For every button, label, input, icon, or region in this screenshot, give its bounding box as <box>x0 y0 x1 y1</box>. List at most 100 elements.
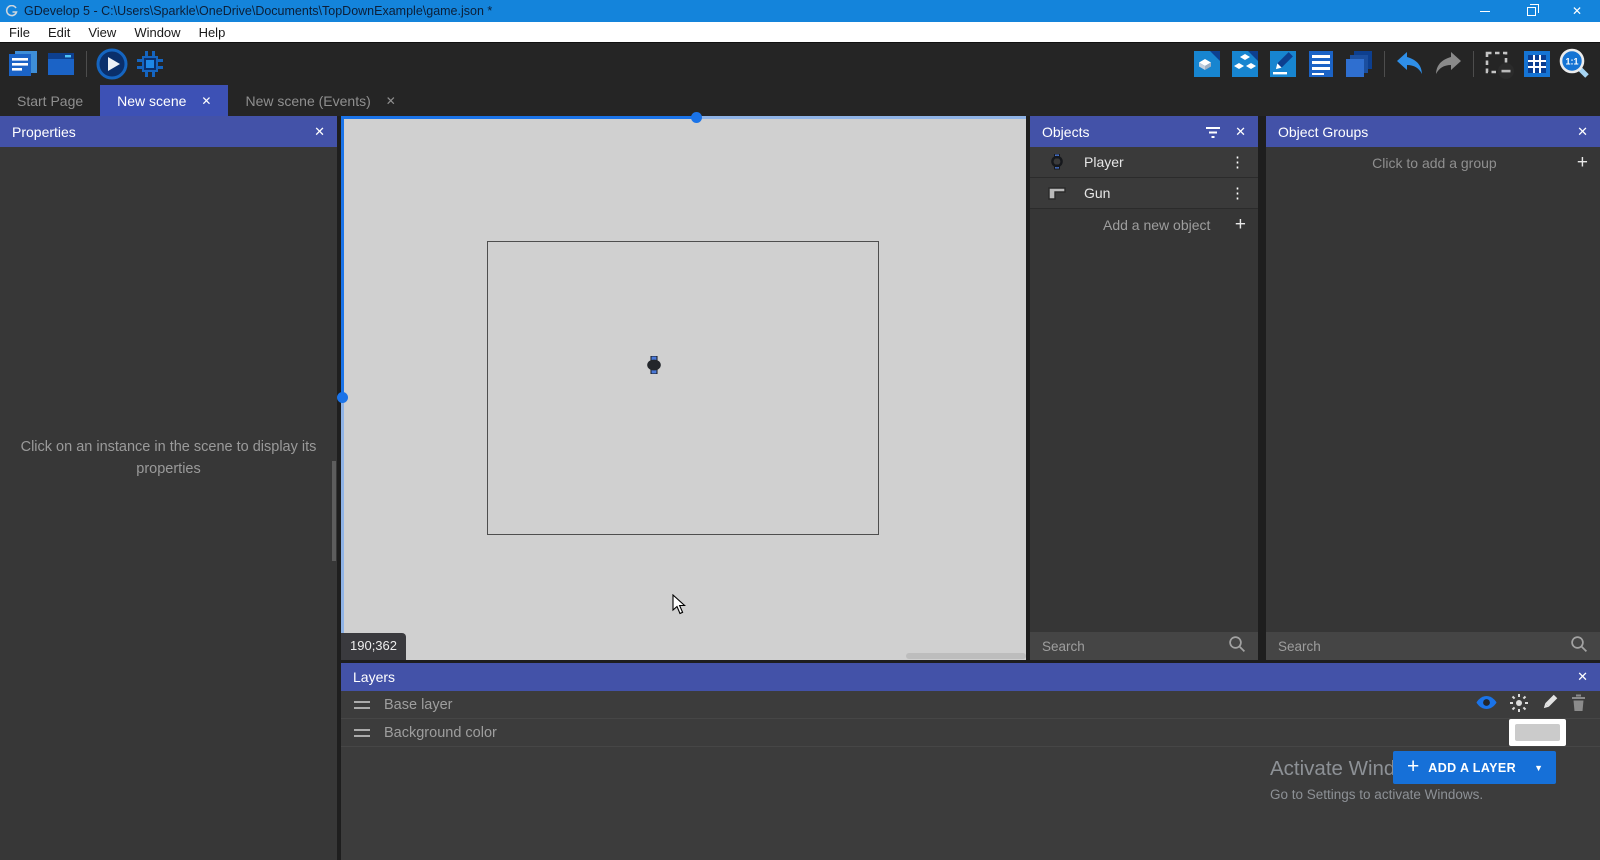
layer-effects-icon[interactable] <box>1509 693 1529 717</box>
search-icon <box>1570 635 1588 658</box>
tab-start-page[interactable]: Start Page <box>0 85 100 116</box>
add-layer-button[interactable]: + ADD A LAYER ▼ <box>1393 751 1556 784</box>
play-preview-button[interactable] <box>93 45 131 83</box>
undo-icon <box>1394 48 1426 80</box>
tab-new-scene-events[interactable]: New scene (Events) ✕ <box>228 85 412 116</box>
filter-icon[interactable] <box>1205 125 1221 139</box>
panel-split-line-top <box>341 116 1026 119</box>
close-button[interactable]: ✕ <box>1554 0 1600 22</box>
toolbar-separator <box>86 51 87 77</box>
close-panel-icon[interactable]: ✕ <box>314 124 325 140</box>
split-drag-handle[interactable] <box>691 112 702 123</box>
menu-file[interactable]: File <box>0 22 39 42</box>
minimize-button[interactable] <box>1462 0 1508 22</box>
drag-handle-icon[interactable] <box>354 701 370 709</box>
panel-title: Layers <box>353 669 1563 685</box>
scene-editor-canvas[interactable]: 190;362 <box>341 116 1026 660</box>
add-layer-label: ADD A LAYER <box>1428 761 1516 775</box>
open-layers-panel-button[interactable] <box>1340 45 1378 83</box>
show-objects-panel-button[interactable] <box>1188 45 1226 83</box>
add-group-button[interactable]: Click to add a group + <box>1266 147 1600 178</box>
properties-panel: Properties ✕ Click on an instance in the… <box>0 116 337 860</box>
objects-list-empty-area <box>1030 240 1258 632</box>
clear-selection-button[interactable] <box>1480 45 1518 83</box>
toggle-grid-button[interactable] <box>1518 45 1556 83</box>
scrollbar-thumb[interactable] <box>332 461 336 561</box>
gun-object-icon <box>1030 187 1084 200</box>
project-manager-button[interactable] <box>4 45 42 83</box>
tab-label: New scene (Events) <box>245 93 370 109</box>
split-drag-handle[interactable] <box>337 392 348 403</box>
color-swatch-value <box>1515 724 1560 741</box>
layer-row-base[interactable]: Base layer <box>341 691 1600 719</box>
groups-list-empty-area <box>1266 178 1600 632</box>
cursor-coordinates-badge: 190;362 <box>341 633 406 660</box>
object-menu-icon[interactable]: ⋮ <box>1230 184 1258 202</box>
toolbar-separator <box>1473 51 1474 77</box>
menu-view[interactable]: View <box>79 22 125 42</box>
edit-layer-pencil-icon[interactable] <box>1540 693 1559 716</box>
add-object-label: Add a new object <box>1103 217 1210 233</box>
visibility-eye-icon[interactable] <box>1475 694 1498 715</box>
mouse-cursor-icon <box>672 594 686 620</box>
objects-search-input[interactable] <box>1042 639 1228 654</box>
layer-actions <box>1475 693 1600 717</box>
watermark-line2: Go to Settings to activate Windows. <box>1270 787 1483 802</box>
restore-button[interactable] <box>1508 0 1554 22</box>
menu-bar: File Edit View Window Help <box>0 22 1600 43</box>
player-sprite-icon <box>647 356 661 374</box>
close-panel-icon[interactable]: ✕ <box>1577 669 1588 685</box>
preview-window-button[interactable] <box>42 45 80 83</box>
search-icon <box>1228 635 1246 658</box>
zoom-1to1-icon: 1:1 <box>1558 47 1592 81</box>
delete-layer-trash-icon[interactable] <box>1570 693 1587 716</box>
window-controls: ✕ <box>1462 0 1600 22</box>
menu-window[interactable]: Window <box>125 22 189 42</box>
deselect-icon <box>1482 47 1516 81</box>
object-groups-panel: Object Groups ✕ Click to add a group + <box>1266 116 1600 660</box>
groups-search-input[interactable] <box>1278 639 1570 654</box>
close-icon: ✕ <box>1572 5 1582 17</box>
show-object-groups-button[interactable] <box>1226 45 1264 83</box>
horizontal-scrollbar[interactable] <box>906 653 1026 659</box>
debug-button[interactable] <box>131 45 169 83</box>
objects-panel-header: Objects ✕ <box>1030 116 1258 147</box>
undo-button[interactable] <box>1391 45 1429 83</box>
panel-title: Properties <box>12 124 300 140</box>
object-row-gun[interactable]: Gun ⋮ <box>1030 178 1258 209</box>
tab-new-scene[interactable]: New scene ✕ <box>100 85 228 116</box>
instances-list-icon <box>1305 48 1337 80</box>
background-color-swatch[interactable] <box>1509 719 1566 746</box>
chevron-down-icon[interactable]: ▼ <box>1534 763 1556 773</box>
restore-icon <box>1527 7 1536 16</box>
plus-icon: + <box>1577 152 1600 174</box>
properties-panel-header: Properties ✕ <box>0 116 337 147</box>
objects-panel-icon <box>1191 48 1223 80</box>
toolbar-separator <box>1384 51 1385 77</box>
project-manager-icon <box>7 48 39 80</box>
drag-handle-icon[interactable] <box>354 729 370 737</box>
layer-row-background-color[interactable]: Background color <box>341 719 1600 747</box>
toolbar-left-group <box>0 45 169 83</box>
close-panel-icon[interactable]: ✕ <box>1235 124 1246 140</box>
object-name: Player <box>1084 154 1124 170</box>
tab-close-icon[interactable]: ✕ <box>201 94 211 108</box>
add-new-object-button[interactable]: Add a new object + <box>1030 209 1258 240</box>
close-panel-icon[interactable]: ✕ <box>1577 124 1588 140</box>
grid-icon <box>1521 48 1553 80</box>
open-instances-list-button[interactable] <box>1302 45 1340 83</box>
edit-scene-properties-button[interactable] <box>1264 45 1302 83</box>
tab-close-icon[interactable]: ✕ <box>386 94 396 108</box>
object-name: Gun <box>1084 185 1110 201</box>
layers-panel-header: Layers ✕ <box>341 663 1600 691</box>
object-menu-icon[interactable]: ⋮ <box>1230 153 1258 171</box>
layer-name: Background color <box>384 725 497 741</box>
window-title: GDevelop 5 - C:\Users\Sparkle\OneDrive\D… <box>24 4 492 18</box>
redo-button[interactable] <box>1429 45 1467 83</box>
object-row-player[interactable]: Player ⋮ <box>1030 147 1258 178</box>
properties-panel-body: Click on an instance in the scene to dis… <box>0 147 337 860</box>
player-instance-sprite[interactable] <box>647 356 661 374</box>
menu-help[interactable]: Help <box>190 22 235 42</box>
zoom-reset-button[interactable]: 1:1 <box>1556 45 1594 83</box>
menu-edit[interactable]: Edit <box>39 22 79 42</box>
